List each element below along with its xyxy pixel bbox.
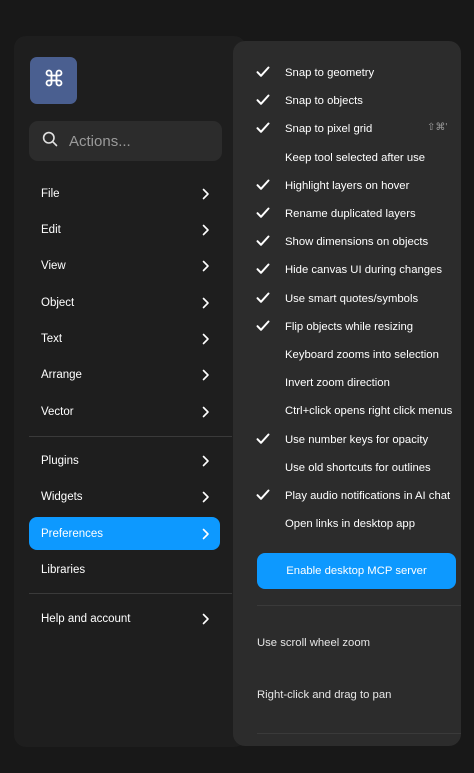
- preference-label: Use old shortcuts for outlines: [285, 461, 431, 474]
- snap-pixel-grid-shortcut: ⇧⌘': [427, 122, 448, 133]
- search-placeholder: Actions...: [69, 132, 131, 150]
- submenu-divider: [257, 733, 461, 734]
- actions-search-input[interactable]: Actions...: [29, 121, 222, 161]
- menu-item-widgets[interactable]: Widgets: [29, 481, 220, 513]
- menu-item-file[interactable]: File: [29, 178, 220, 210]
- main-menu-logo-button[interactable]: [30, 57, 77, 104]
- preference-label: Flip objects while resizing: [285, 320, 414, 333]
- enable-mcp-server-button[interactable]: Enable desktop MCP server: [257, 553, 456, 589]
- preference-item[interactable]: Rename duplicated layers: [256, 204, 461, 224]
- submenu-divider: [257, 605, 461, 606]
- checkmark-placeholder: [256, 517, 274, 531]
- checkmark-icon: [256, 263, 274, 277]
- checkmark-icon: [256, 66, 274, 80]
- preference-label: Open links in desktop app: [285, 518, 415, 531]
- menu-item-label: Vector: [41, 406, 74, 418]
- preference-label: Highlight layers on hover: [285, 179, 410, 192]
- preference-item[interactable]: Flip objects while resizing: [256, 317, 461, 337]
- right-click-drag-pan-option[interactable]: Right-click and drag to pan: [257, 689, 391, 701]
- checkmark-placeholder: [256, 151, 274, 165]
- preference-label: Snap to pixel grid: [285, 123, 373, 136]
- checkmark-placeholder: [256, 376, 274, 390]
- preference-label: Invert zoom direction: [285, 377, 390, 390]
- checkmark-placeholder: [256, 348, 274, 362]
- search-icon: [42, 131, 58, 152]
- preference-label: Use number keys for opacity: [285, 433, 429, 446]
- preference-item[interactable]: Ctrl+click opens right click menus: [256, 401, 461, 421]
- menu-item-plugins[interactable]: Plugins: [29, 445, 220, 477]
- checkmark-icon: [256, 94, 274, 108]
- chevron-right-icon: [202, 297, 210, 309]
- menu-divider: [29, 593, 232, 594]
- chevron-right-icon: [202, 224, 210, 236]
- preference-label: Keyboard zooms into selection: [285, 349, 439, 361]
- checkmark-icon: [256, 292, 274, 306]
- menu-item-text[interactable]: Text: [29, 323, 220, 355]
- preference-label: Rename duplicated layers: [285, 208, 416, 220]
- preference-label: Ctrl+click opens right click menus: [285, 405, 453, 418]
- preference-label: Snap to geometry: [285, 67, 375, 79]
- preference-item[interactable]: Keyboard zooms into selection: [256, 345, 461, 365]
- checkmark-icon: [256, 235, 274, 249]
- preference-item[interactable]: Open links in desktop app: [256, 514, 461, 534]
- preference-item[interactable]: Use old shortcuts for outlines: [256, 458, 461, 478]
- checkmark-icon: [256, 207, 274, 221]
- chevron-right-icon: [202, 406, 210, 418]
- preference-item[interactable]: Snap to geometry: [256, 63, 461, 83]
- checkmark-icon: [256, 489, 274, 503]
- chevron-right-icon: [202, 491, 210, 503]
- chevron-right-icon: [202, 260, 210, 272]
- menu-item-edit[interactable]: Edit: [29, 214, 220, 246]
- menu-item-label: Plugins: [41, 455, 79, 467]
- menu-item-label: Help and account: [41, 613, 131, 625]
- menu-item-label: Edit: [41, 224, 61, 236]
- checkmark-icon: [256, 320, 274, 334]
- preference-item[interactable]: Highlight layers on hover: [256, 176, 461, 196]
- checkmark-placeholder: [256, 404, 274, 418]
- preference-item[interactable]: Invert zoom direction: [256, 373, 461, 393]
- menu-item-vector[interactable]: Vector: [29, 396, 220, 428]
- menu-item-help-and-account[interactable]: Help and account: [29, 603, 220, 635]
- menu-item-label: File: [41, 188, 60, 200]
- checkmark-icon: [256, 433, 274, 447]
- preference-label: Play audio notifications in AI chat: [285, 490, 451, 502]
- preference-label: Use smart quotes/symbols: [285, 292, 419, 305]
- command-icon: [44, 68, 64, 93]
- chevron-right-icon: [202, 613, 210, 625]
- preference-label: Keep tool selected after use: [285, 151, 426, 164]
- preference-item[interactable]: Play audio notifications in AI chat: [256, 486, 461, 506]
- menu-item-label: Libraries: [41, 564, 86, 576]
- menu-divider: [29, 436, 232, 437]
- preference-label: Show dimensions on objects: [285, 236, 429, 249]
- menu-item-label: Object: [41, 297, 75, 309]
- preference-item[interactable]: Use number keys for opacity: [256, 430, 461, 450]
- menu-item-label: Preferences: [41, 527, 104, 540]
- chevron-right-icon: [202, 528, 210, 540]
- chevron-right-icon: [202, 188, 210, 200]
- preference-item[interactable]: Hide canvas UI during changes: [256, 260, 461, 280]
- chevron-right-icon: [202, 333, 210, 345]
- menu-item-view[interactable]: View: [29, 250, 220, 282]
- preference-label: Snap to objects: [285, 95, 363, 108]
- checkmark-placeholder: [256, 461, 274, 475]
- preference-item[interactable]: Keep tool selected after use: [256, 148, 461, 168]
- use-scroll-wheel-zoom-option[interactable]: Use scroll wheel zoom: [257, 637, 370, 649]
- chevron-right-icon: [202, 455, 210, 467]
- preference-item[interactable]: Use smart quotes/symbols: [256, 289, 461, 309]
- menu-item-arrange[interactable]: Arrange: [29, 359, 220, 391]
- checkmark-icon: [256, 179, 274, 193]
- menu-item-libraries[interactable]: Libraries: [29, 554, 220, 586]
- chevron-right-icon: [202, 369, 210, 381]
- preference-item[interactable]: Snap to objects: [256, 91, 461, 111]
- menu-item-label: Arrange: [41, 369, 82, 381]
- menu-item-object[interactable]: Object: [29, 287, 220, 319]
- menu-item-label: Widgets: [41, 491, 83, 503]
- menu-item-preferences[interactable]: Preferences: [29, 517, 220, 550]
- checkmark-icon: [256, 122, 274, 136]
- menu-item-label: Text: [41, 333, 63, 345]
- menu-item-label: View: [41, 260, 66, 272]
- preference-label: Hide canvas UI during changes: [285, 264, 442, 277]
- preference-item[interactable]: Show dimensions on objects: [256, 232, 461, 252]
